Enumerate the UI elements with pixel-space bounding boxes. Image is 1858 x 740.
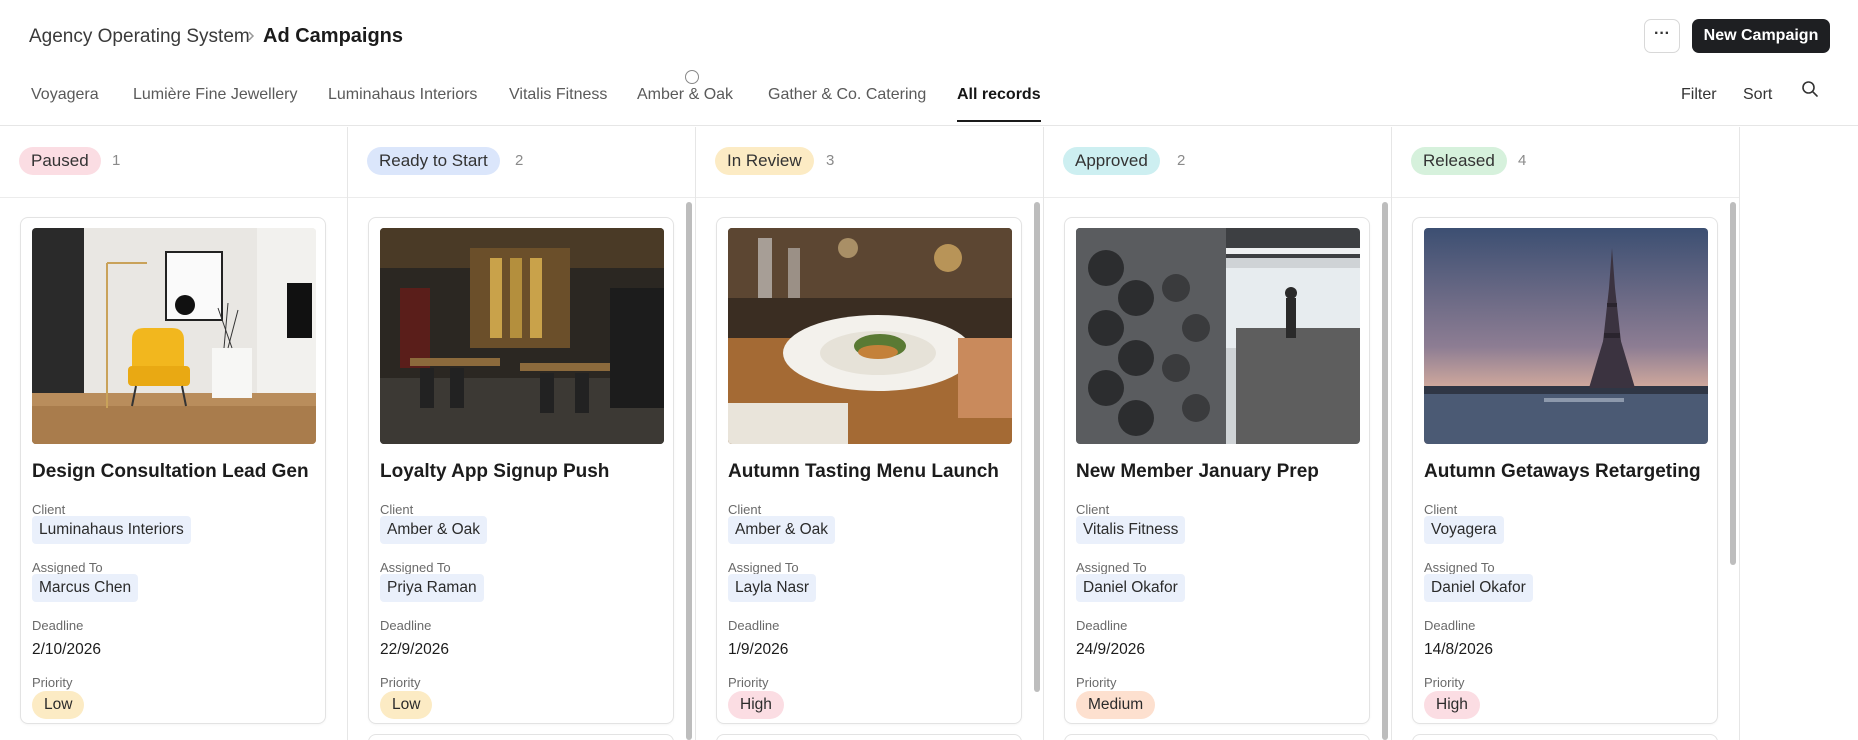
assigned-label: Assigned To	[1076, 560, 1147, 575]
deadline-label: Deadline	[1076, 618, 1128, 633]
campaign-card[interactable]: Autumn Tasting Menu Launch Client Amber …	[716, 217, 1022, 724]
priority-badge[interactable]: Medium	[1076, 691, 1156, 719]
assignee-tag[interactable]: Marcus Chen	[32, 574, 139, 602]
column-divider	[1391, 127, 1392, 740]
status-pill-paused[interactable]: Paused	[19, 147, 101, 175]
priority-badge[interactable]: High	[728, 691, 784, 719]
campaign-card-partial[interactable]	[1064, 734, 1370, 740]
deadline-value: 14/8/2026	[1424, 641, 1493, 658]
priority-label: Priority	[380, 675, 421, 690]
deadline-value: 24/9/2026	[1076, 641, 1145, 658]
search-icon[interactable]	[1800, 79, 1820, 99]
tab-vitalis-fitness[interactable]: Vitalis Fitness	[509, 80, 607, 122]
campaign-card-partial[interactable]	[1412, 734, 1718, 740]
tab-luminahaus-interiors[interactable]: Luminahaus Interiors	[328, 80, 477, 122]
deadline-label: Deadline	[1424, 618, 1476, 633]
campaign-card-partial[interactable]	[716, 734, 1022, 740]
tab-lumiere-fine-jewellery[interactable]: Lumière Fine Jewellery	[133, 80, 298, 122]
column-divider	[1043, 127, 1044, 740]
column-divider	[695, 127, 696, 740]
campaign-title[interactable]: Autumn Tasting Menu Launch	[728, 461, 999, 483]
sort-button[interactable]: Sort	[1743, 80, 1772, 110]
priority-label: Priority	[1076, 675, 1117, 690]
assigned-label: Assigned To	[32, 560, 103, 575]
client-label: Client	[728, 502, 762, 517]
client-label: Client	[1076, 502, 1110, 517]
campaign-card[interactable]: Loyalty App Signup Push Client Amber & O…	[368, 217, 674, 724]
priority-badge[interactable]: Low	[380, 691, 433, 719]
tab-amber-oak[interactable]: Amber & Oak	[637, 80, 733, 122]
column-scrollbar[interactable]	[686, 202, 692, 740]
priority-label: Priority	[1424, 675, 1465, 690]
column-divider	[1739, 127, 1740, 740]
priority-badge[interactable]: Low	[32, 691, 85, 719]
status-pill-approved[interactable]: Approved	[1063, 147, 1160, 175]
column-scrollbar[interactable]	[1730, 202, 1736, 565]
chevron-right-icon	[248, 31, 255, 41]
priority-badge[interactable]: High	[1424, 691, 1480, 719]
priority-label: Priority	[32, 675, 73, 690]
top-bar: Agency Operating System Ad Campaigns ···…	[0, 0, 1858, 74]
assignee-tag[interactable]: Daniel Okafor	[1424, 574, 1533, 602]
client-tag[interactable]: Luminahaus Interiors	[32, 516, 191, 544]
status-pill-released[interactable]: Released	[1411, 147, 1507, 175]
status-pill-in-review[interactable]: In Review	[715, 147, 814, 175]
campaign-image-gym	[1076, 228, 1360, 444]
campaign-title[interactable]: New Member January Prep	[1076, 461, 1319, 483]
deadline-value: 1/9/2026	[728, 641, 789, 658]
campaign-image-interior	[32, 228, 316, 444]
assignee-tag[interactable]: Priya Raman	[380, 574, 484, 602]
campaign-card[interactable]: Design Consultation Lead Gen Client Lumi…	[20, 217, 326, 724]
deadline-value: 2/10/2026	[32, 641, 101, 658]
new-campaign-button[interactable]: New Campaign	[1692, 19, 1830, 53]
deadline-label: Deadline	[728, 618, 780, 633]
kanban-board: Paused 1 Ready to Start 2 In Review 3 Ap…	[0, 127, 1858, 740]
campaign-image-eiffel-tower	[1424, 228, 1708, 444]
deadline-label: Deadline	[32, 618, 84, 633]
campaign-title[interactable]: Design Consultation Lead Gen	[32, 461, 309, 483]
assigned-label: Assigned To	[728, 560, 799, 575]
status-pill-ready-to-start[interactable]: Ready to Start	[367, 147, 500, 175]
client-tabs: Voyagera Lumière Fine Jewellery Luminaha…	[0, 74, 1858, 126]
deadline-label: Deadline	[380, 618, 432, 633]
column-count: 1	[112, 152, 121, 169]
client-label: Client	[380, 502, 414, 517]
column-header-divider	[0, 197, 1740, 198]
client-label: Client	[32, 502, 66, 517]
client-tag[interactable]: Voyagera	[1424, 516, 1504, 544]
assignee-tag[interactable]: Daniel Okafor	[1076, 574, 1185, 602]
mouse-cursor-indicator	[685, 70, 699, 84]
campaign-image-restaurant	[380, 228, 664, 444]
column-count: 3	[826, 152, 835, 169]
tab-voyagera[interactable]: Voyagera	[31, 80, 99, 122]
page-title: Ad Campaigns	[263, 25, 404, 47]
more-options-button[interactable]: ···	[1644, 19, 1680, 53]
campaign-image-dish	[728, 228, 1012, 444]
campaign-card-partial[interactable]	[368, 734, 674, 740]
assigned-label: Assigned To	[1424, 560, 1495, 575]
priority-label: Priority	[728, 675, 769, 690]
campaign-title[interactable]: Autumn Getaways Retargeting	[1424, 461, 1701, 483]
campaign-title[interactable]: Loyalty App Signup Push	[380, 461, 609, 483]
breadcrumb-root[interactable]: Agency Operating System	[29, 26, 250, 48]
column-count: 2	[1177, 152, 1186, 169]
column-count: 2	[515, 152, 524, 169]
campaign-card[interactable]: New Member January Prep Client Vitalis F…	[1064, 217, 1370, 724]
campaign-card[interactable]: Autumn Getaways Retargeting Client Voyag…	[1412, 217, 1718, 724]
assigned-label: Assigned To	[380, 560, 451, 575]
filter-button[interactable]: Filter	[1681, 80, 1717, 110]
deadline-value: 22/9/2026	[380, 641, 449, 658]
column-scrollbar[interactable]	[1382, 202, 1388, 740]
column-count: 4	[1518, 152, 1527, 169]
tab-all-records[interactable]: All records	[957, 80, 1041, 122]
column-scrollbar[interactable]	[1034, 202, 1040, 692]
tab-gather-co-catering[interactable]: Gather & Co. Catering	[768, 80, 926, 122]
assignee-tag[interactable]: Layla Nasr	[728, 574, 817, 602]
column-divider	[347, 127, 348, 740]
client-tag[interactable]: Vitalis Fitness	[1076, 516, 1186, 544]
client-tag[interactable]: Amber & Oak	[380, 516, 488, 544]
client-tag[interactable]: Amber & Oak	[728, 516, 836, 544]
client-label: Client	[1424, 502, 1458, 517]
